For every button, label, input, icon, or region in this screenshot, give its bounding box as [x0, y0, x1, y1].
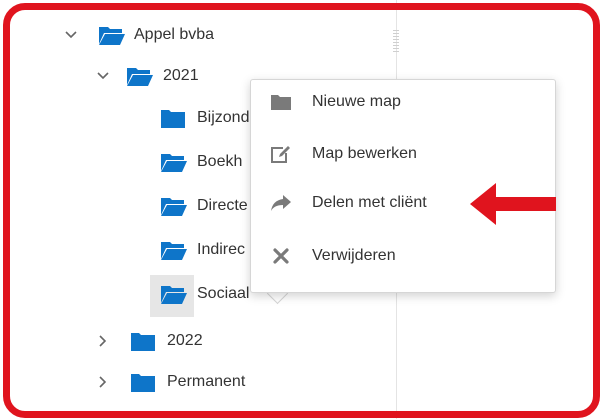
chevron-right-icon[interactable] [96, 375, 110, 389]
tree-item-label: Boekh [197, 153, 243, 170]
folder-icon [175, 0, 203, 2]
edit-icon [269, 142, 293, 166]
folder-icon [131, 333, 155, 351]
tree-item-directe[interactable]: Directe [160, 189, 248, 223]
menu-item-label: Nieuwe map [312, 93, 401, 110]
menu-item-new-folder[interactable]: Nieuwe map [251, 80, 555, 124]
menu-item-label: Map bewerken [312, 145, 417, 162]
folder-open-icon [161, 242, 187, 260]
tree-item-permanent[interactable]: Permanent [96, 365, 245, 399]
annotation-arrow-icon [470, 183, 556, 225]
tree-item-label: 2021 [163, 67, 199, 84]
tree-item-label: Indirec [197, 241, 246, 258]
tree-item-appel-bvba[interactable]: Appel bvba [64, 18, 214, 52]
folder-open-icon [161, 286, 187, 304]
folder-open-icon [161, 154, 187, 172]
tree-item-2022[interactable]: 2022 [96, 324, 203, 358]
folder-icon [131, 374, 155, 392]
tree-item-label: 2022 [167, 332, 203, 349]
tree-item-label: Bijzond [197, 109, 250, 126]
tree-item-indirecte[interactable]: Indirec [160, 233, 245, 267]
menu-item-delete[interactable]: Verwijderen [251, 234, 555, 278]
tree-item-label: Directe [197, 197, 248, 214]
menu-item-edit-folder[interactable]: Map bewerken [251, 132, 555, 176]
folder-icon [161, 110, 185, 128]
tree-item-bijzonder[interactable]: Bijzond [160, 101, 249, 135]
tree-item-sociaal[interactable]: Sociaal [160, 277, 249, 311]
chevron-right-icon[interactable] [96, 334, 110, 348]
delete-icon [269, 244, 293, 268]
folder-open-icon [99, 27, 125, 45]
tree-item-boekhouding[interactable]: Boekh [160, 145, 242, 179]
tree-item-label: Appel bvba [134, 26, 215, 43]
menu-item-label: Verwijderen [312, 247, 396, 264]
tree-item-label: Permanent [167, 373, 246, 390]
folder-icon [269, 90, 293, 114]
tree-item-2021[interactable]: 2021 [96, 59, 199, 93]
share-icon [269, 191, 293, 215]
folder-open-icon [127, 68, 153, 86]
resize-grip[interactable] [393, 30, 399, 52]
folder-open-icon [161, 198, 187, 216]
menu-item-label: Delen met cliënt [312, 194, 427, 211]
tree-item-label: Sociaal [197, 285, 250, 302]
chevron-down-icon[interactable] [64, 28, 78, 42]
chevron-down-icon[interactable] [96, 69, 110, 83]
